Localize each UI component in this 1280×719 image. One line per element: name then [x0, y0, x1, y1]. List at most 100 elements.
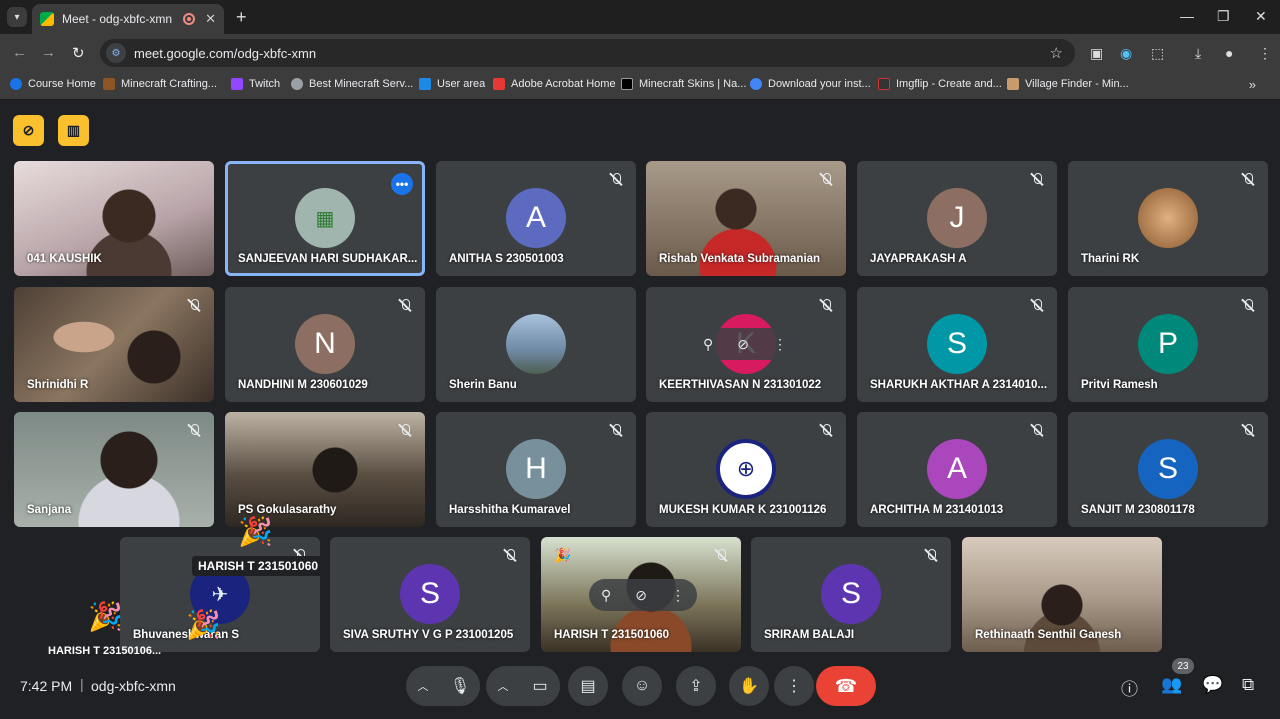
meeting-info-icon[interactable]: ⓘ: [1121, 675, 1138, 700]
bookmark-item[interactable]: Adobe Acrobat Home: [493, 78, 616, 90]
participant-tile[interactable]: S SRIRAM BALAJI: [751, 537, 951, 652]
bookmark-item[interactable]: Download your inst...: [750, 78, 871, 90]
captions-off-icon[interactable]: ⊘: [13, 115, 44, 146]
participant-tile[interactable]: K ⚲ ⊘ ⋮ KEERTHIVASAN N 231301022: [646, 287, 846, 402]
participant-name: ANITHA S 230501003: [449, 253, 564, 265]
more-options-icon[interactable]: ⋮: [774, 666, 814, 706]
microphone-icon[interactable]: 🎙: [440, 666, 480, 706]
audio-settings-chevron-icon[interactable]: ︿: [406, 678, 440, 694]
bookmark-item[interactable]: Minecraft Crafting...: [103, 78, 217, 90]
shazam-extension-icon[interactable]: ◉: [1120, 45, 1132, 62]
participant-tile[interactable]: ▦ ••• SANJEEVAN HARI SUDHAKAR...: [225, 161, 425, 276]
emoji-reaction-icon[interactable]: ☺: [622, 666, 662, 706]
back-icon[interactable]: ←: [12, 44, 27, 61]
participant-avatar: S: [927, 314, 987, 374]
bookmark-item[interactable]: Minecraft Skins | Na...: [621, 78, 746, 90]
participant-avatar: S: [1138, 439, 1198, 499]
video-settings-chevron-icon[interactable]: ︿: [486, 678, 520, 694]
window-close-icon[interactable]: ✕: [1255, 8, 1267, 25]
participant-tile[interactable]: Tharini RK: [1068, 161, 1268, 276]
companion-panel-icon[interactable]: ▥: [58, 115, 89, 146]
reload-icon[interactable]: ↻: [72, 44, 85, 62]
participant-avatar: A: [506, 188, 566, 248]
meet-favicon-icon: [40, 12, 54, 26]
participant-avatar: N: [295, 314, 355, 374]
participant-tile[interactable]: PS Gokulasarathy: [225, 412, 425, 527]
participant-name: Sanjana: [27, 504, 72, 516]
participant-tile[interactable]: A ANITHA S 230501003: [436, 161, 636, 276]
bookmark-item[interactable]: User area: [419, 78, 485, 90]
participant-tile[interactable]: S SIVA SRUTHY V G P 231001205: [330, 537, 530, 652]
bookmark-icon: [291, 78, 303, 90]
participant-tile[interactable]: J JAYAPRAKASH A: [857, 161, 1057, 276]
participant-name: MUKESH KUMAR K 231001126: [659, 504, 827, 516]
bookmark-star-icon[interactable]: ☆: [1050, 44, 1063, 62]
captions-icon[interactable]: ▤: [568, 666, 608, 706]
chat-icon[interactable]: 💬: [1202, 675, 1223, 695]
bookmark-item[interactable]: Course Home: [10, 78, 96, 90]
present-screen-icon[interactable]: ⇪: [676, 666, 716, 706]
participant-tile[interactable]: Rishab Venkata Subramanian: [646, 161, 846, 276]
bookmark-item[interactable]: Best Minecraft Serv...: [291, 78, 413, 90]
pin-icon[interactable]: ⚲: [601, 587, 611, 604]
participant-tile[interactable]: H Harsshitha Kumaravel: [436, 412, 636, 527]
participant-tile[interactable]: 041 KAUSHIK: [14, 161, 214, 276]
more-options-icon[interactable]: •••: [391, 173, 413, 195]
more-options-icon[interactable]: ⋮: [671, 587, 685, 604]
participant-profile-image: ▦: [295, 188, 355, 248]
participant-tile[interactable]: P Pritvi Ramesh: [1068, 287, 1268, 402]
participant-tile[interactable]: ⊕ MUKESH KUMAR K 231001126: [646, 412, 846, 527]
bookmark-label: Best Minecraft Serv...: [309, 78, 414, 90]
mute-participant-icon[interactable]: ⊘: [737, 336, 749, 353]
participant-tile[interactable]: S SHARUKH AKTHAR A 2314010...: [857, 287, 1057, 402]
tab-search-icon[interactable]: ▾: [7, 7, 27, 27]
minimize-icon[interactable]: —: [1180, 8, 1194, 24]
meeting-time: 7:42 PM: [20, 678, 73, 694]
cast-icon[interactable]: ▣: [1090, 45, 1103, 62]
participant-tile[interactable]: Sherin Banu: [436, 287, 636, 402]
participant-tile[interactable]: A ARCHITHA M 231401013: [857, 412, 1057, 527]
more-options-icon[interactable]: ⋮: [773, 336, 787, 353]
pin-icon[interactable]: ⚲: [703, 336, 713, 353]
participant-name: NANDHINI M 230601029: [238, 379, 368, 391]
participant-profile-image: [1138, 188, 1198, 248]
bookmark-label: Minecraft Skins | Na...: [639, 78, 747, 90]
maximize-icon[interactable]: ❐: [1217, 8, 1230, 25]
participant-tile[interactable]: Shrinidhi R: [14, 287, 214, 402]
raise-hand-icon[interactable]: ✋: [729, 666, 769, 706]
participant-name: KEERTHIVASAN N 231301022: [659, 379, 822, 391]
participant-tile[interactable]: Sanjana: [14, 412, 214, 527]
active-tab[interactable]: Meet - odg-xbfc-xmn ✕: [32, 4, 224, 34]
bookmark-label: Twitch: [249, 78, 281, 90]
activities-icon[interactable]: ⧉: [1242, 675, 1254, 695]
participant-name: SRIRAM BALAJI: [764, 629, 855, 641]
site-info-icon[interactable]: ⚙: [106, 43, 126, 63]
url-text[interactable]: meet.google.com/odg-xbfc-xmn: [134, 46, 316, 61]
new-tab-button[interactable]: +: [236, 7, 247, 28]
extensions-icon[interactable]: ⬚: [1151, 45, 1164, 62]
tab-close-icon[interactable]: ✕: [205, 11, 216, 27]
camera-icon[interactable]: ▭: [520, 666, 560, 706]
reaction-sender-tooltip: HARISH T 231501060: [192, 556, 325, 576]
leave-call-button[interactable]: ☎: [816, 666, 876, 706]
bookmark-icon: [878, 78, 890, 90]
download-icon[interactable]: ⤓: [1195, 45, 1201, 62]
participant-tile[interactable]: S SANJIT M 230801178: [1068, 412, 1268, 527]
mute-participant-icon[interactable]: ⊘: [635, 587, 647, 604]
bookmark-item[interactable]: Twitch: [231, 78, 280, 90]
menu-icon[interactable]: ⋮: [1258, 45, 1272, 62]
bookmark-item[interactable]: Imgflip - Create and...: [878, 78, 1002, 90]
omnibox[interactable]: ⚙ meet.google.com/odg-xbfc-xmn ☆: [100, 39, 1075, 67]
party-popper-reaction-icon: 🎉: [554, 547, 572, 563]
profile-avatar[interactable]: ●: [1225, 45, 1233, 61]
address-bar-row: ← → ↻ ⚙ meet.google.com/odg-xbfc-xmn ☆ ▣…: [0, 34, 1280, 72]
more-bookmarks-icon[interactable]: »: [1249, 77, 1256, 92]
bookmark-item[interactable]: Village Finder - Min...: [1007, 78, 1129, 90]
participant-tile[interactable]: Rethinaath Senthil Ganesh: [962, 537, 1162, 652]
participant-name: SHARUKH AKTHAR A 2314010...: [870, 379, 1048, 391]
people-icon[interactable]: 👥: [1161, 675, 1182, 695]
participant-tile[interactable]: N NANDHINI M 230601029: [225, 287, 425, 402]
tile-hover-controls: ⚲ ⊘ ⋮: [691, 328, 799, 360]
participant-name: HARISH T 231501060: [554, 629, 670, 641]
forward-icon[interactable]: →: [41, 44, 56, 61]
